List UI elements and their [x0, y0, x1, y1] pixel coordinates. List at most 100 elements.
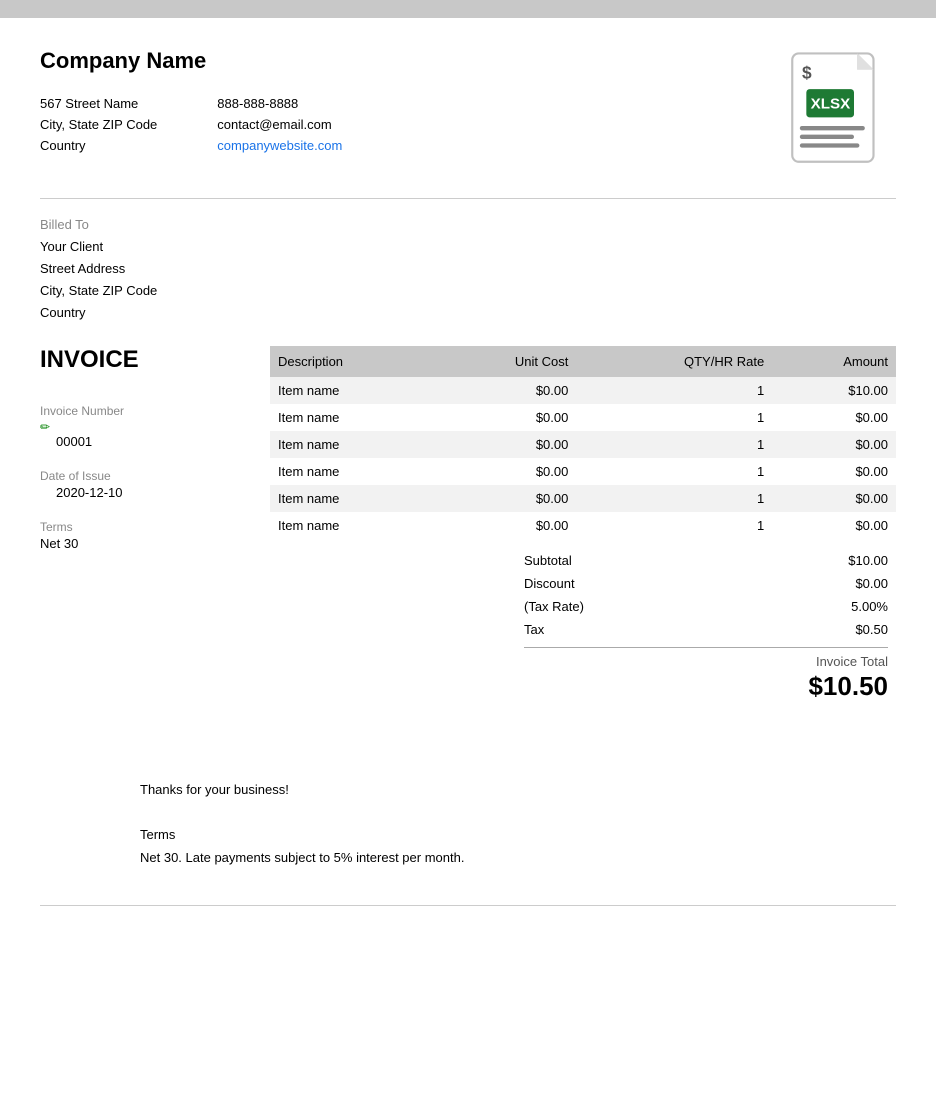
footer-terms-text: Net 30. Late payments subject to 5% inte…	[140, 850, 896, 865]
invoice-date-value: 2020-12-10	[40, 485, 250, 500]
total-amount: $10.50	[516, 669, 896, 702]
row-qty: 1	[576, 404, 772, 431]
client-country: Country	[40, 302, 896, 324]
col-amount: Amount	[772, 346, 896, 377]
invoice-meta: INVOICE Invoice Number ✏ 00001 Date of I…	[40, 346, 250, 702]
invoice-terms-field: Terms Net 30	[40, 520, 250, 551]
row-unit-cost: $0.00	[435, 431, 576, 458]
row-unit-cost: $0.00	[435, 512, 576, 539]
invoice-table-container: Description Unit Cost QTY/HR Rate Amount…	[270, 346, 896, 702]
tax-row: Tax $0.50	[516, 618, 896, 641]
discount-value: $0.00	[855, 576, 888, 591]
subtotal-row: Subtotal $10.00	[516, 549, 896, 572]
table-header-row: Description Unit Cost QTY/HR Rate Amount	[270, 346, 896, 377]
invoice-number-mark: ✏	[40, 420, 250, 434]
website-link[interactable]: companywebsite.com	[217, 136, 342, 157]
row-description: Item name	[270, 404, 435, 431]
email: contact@email.com	[217, 115, 342, 136]
discount-row: Discount $0.00	[516, 572, 896, 595]
tax-rate-label: (Tax Rate)	[524, 599, 584, 614]
row-amount: $0.00	[772, 512, 896, 539]
company-name: Company Name	[40, 48, 342, 74]
header-section: Company Name 567 Street Name City, State…	[40, 48, 896, 178]
client-name: Your Client	[40, 236, 896, 258]
row-qty: 1	[576, 377, 772, 404]
tax-rate-value: 5.00%	[851, 599, 888, 614]
address-right: 888-888-8888 contact@email.com companywe…	[217, 94, 342, 156]
client-city: City, State ZIP Code	[40, 280, 896, 302]
row-amount: $0.00	[772, 431, 896, 458]
svg-text:$: $	[802, 62, 812, 82]
xlsx-icon: $ XLSX	[786, 48, 896, 178]
summary-section: Subtotal $10.00 Discount $0.00 (Tax Rate…	[270, 549, 896, 702]
invoice-date-field: Date of Issue 2020-12-10	[40, 469, 250, 500]
table-body: Item name $0.00 1 $10.00 Item name $0.00…	[270, 377, 896, 539]
invoice-number-label: Invoice Number	[40, 404, 250, 418]
summary-table: Subtotal $10.00 Discount $0.00 (Tax Rate…	[516, 549, 896, 702]
client-street: Street Address	[40, 258, 896, 280]
table-row: Item name $0.00 1 $0.00	[270, 404, 896, 431]
address-line2: City, State ZIP Code	[40, 115, 157, 136]
subtotal-value: $10.00	[848, 553, 888, 568]
address-left: 567 Street Name City, State ZIP Code Cou…	[40, 94, 157, 156]
row-qty: 1	[576, 431, 772, 458]
invoice-terms-value: Net 30	[40, 536, 250, 551]
row-unit-cost: $0.00	[435, 377, 576, 404]
billed-to-info: Your Client Street Address City, State Z…	[40, 236, 896, 324]
website-anchor[interactable]: companywebsite.com	[217, 138, 342, 153]
col-qty: QTY/HR Rate	[576, 346, 772, 377]
tax-rate-row: (Tax Rate) 5.00%	[516, 595, 896, 618]
row-amount: $0.00	[772, 404, 896, 431]
row-unit-cost: $0.00	[435, 485, 576, 512]
footer-section: Thanks for your business! Terms Net 30. …	[40, 782, 896, 865]
row-qty: 1	[576, 512, 772, 539]
table-row: Item name $0.00 1 $0.00	[270, 431, 896, 458]
content: Company Name 567 Street Name City, State…	[0, 18, 936, 936]
total-label: Invoice Total	[516, 654, 896, 669]
svg-text:XLSX: XLSX	[811, 96, 851, 113]
tax-label: Tax	[524, 622, 544, 637]
subtotal-label: Subtotal	[524, 553, 572, 568]
line-items-table: Description Unit Cost QTY/HR Rate Amount…	[270, 346, 896, 539]
invoice-heading: INVOICE	[40, 346, 250, 374]
tax-value: $0.50	[855, 622, 888, 637]
row-description: Item name	[270, 431, 435, 458]
row-description: Item name	[270, 458, 435, 485]
row-amount: $0.00	[772, 485, 896, 512]
invoice-number-field: Invoice Number ✏ 00001	[40, 404, 250, 449]
footer-terms-label: Terms	[140, 827, 896, 842]
row-description: Item name	[270, 512, 435, 539]
billed-to-label: Billed To	[40, 217, 896, 232]
address-line3: Country	[40, 136, 157, 157]
discount-label: Discount	[524, 576, 575, 591]
col-unit-cost: Unit Cost	[435, 346, 576, 377]
row-unit-cost: $0.00	[435, 404, 576, 431]
row-description: Item name	[270, 377, 435, 404]
row-qty: 1	[576, 458, 772, 485]
col-description: Description	[270, 346, 435, 377]
row-qty: 1	[576, 485, 772, 512]
invoice-body: INVOICE Invoice Number ✏ 00001 Date of I…	[40, 346, 896, 702]
billed-section: Billed To Your Client Street Address Cit…	[40, 217, 896, 324]
invoice-date-label: Date of Issue	[40, 469, 250, 483]
row-description: Item name	[270, 485, 435, 512]
table-row: Item name $0.00 1 $0.00	[270, 485, 896, 512]
invoice-terms-label: Terms	[40, 520, 250, 534]
company-info: Company Name 567 Street Name City, State…	[40, 48, 342, 156]
bottom-divider	[40, 905, 896, 906]
phone: 888-888-8888	[217, 94, 342, 115]
page: Company Name 567 Street Name City, State…	[0, 0, 936, 1115]
header-divider	[40, 198, 896, 199]
summary-divider	[524, 647, 888, 648]
row-unit-cost: $0.00	[435, 458, 576, 485]
table-row: Item name $0.00 1 $0.00	[270, 512, 896, 539]
address-line1: 567 Street Name	[40, 94, 157, 115]
footer-thanks: Thanks for your business!	[140, 782, 896, 797]
invoice-number-value: 00001	[40, 434, 250, 449]
address-block: 567 Street Name City, State ZIP Code Cou…	[40, 94, 342, 156]
table-row: Item name $0.00 1 $10.00	[270, 377, 896, 404]
row-amount: $10.00	[772, 377, 896, 404]
row-amount: $0.00	[772, 458, 896, 485]
top-bar	[0, 0, 936, 18]
table-row: Item name $0.00 1 $0.00	[270, 458, 896, 485]
